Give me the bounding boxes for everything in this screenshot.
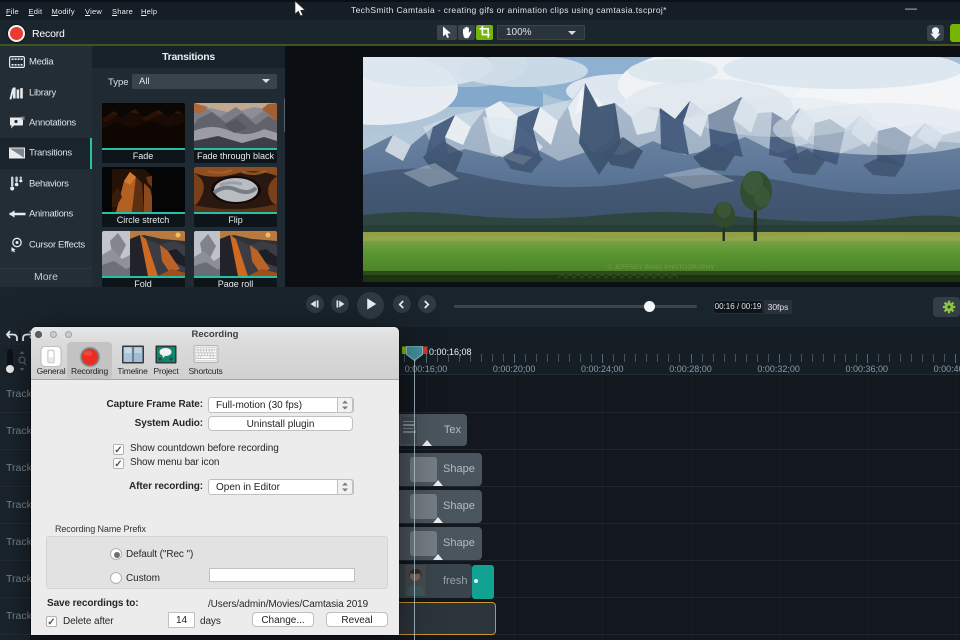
- svg-text:© JEFFREY PANG PHOTOGRAPHY: © JEFFREY PANG PHOTOGRAPHY: [607, 263, 715, 271]
